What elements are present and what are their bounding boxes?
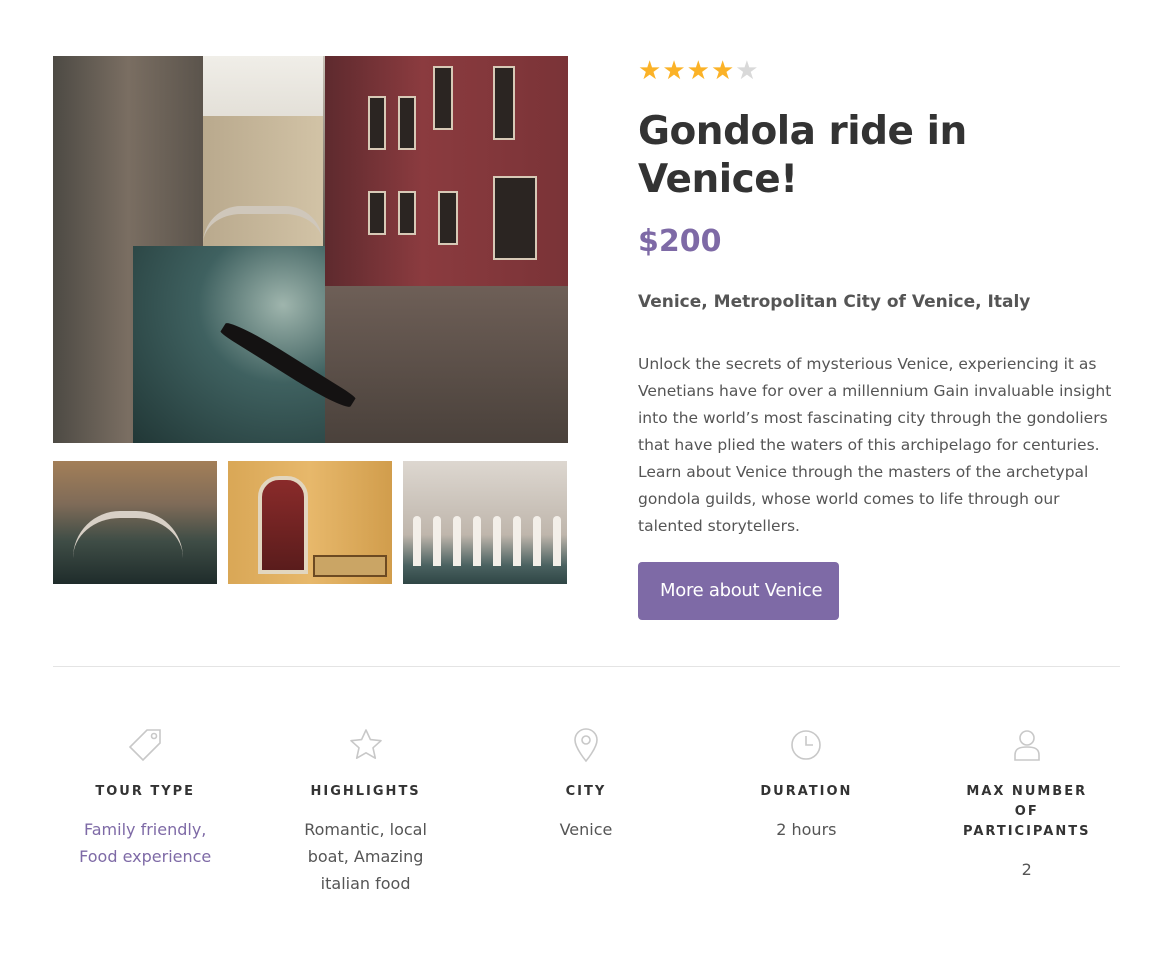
feature-label: Tour type: [95, 784, 196, 799]
star-icon: [255, 726, 475, 764]
star-empty-icon: ★: [735, 56, 759, 86]
photo-gallery: [53, 56, 568, 584]
map-pin-icon: [476, 726, 696, 764]
tour-details: ★ ★ ★ ★ ★ Gondola ride in Venice! $200 Venic…: [638, 58, 1118, 620]
tour-features: Tour type Family friendly, Food experien…: [35, 726, 1137, 897]
feature-tour-type: Tour type Family friendly, Food experien…: [35, 726, 255, 897]
feature-label: Duration: [760, 784, 853, 799]
tour-description: Unlock the secrets of mysterious Venice,…: [638, 355, 1112, 535]
thumbnail-bridge[interactable]: [53, 461, 217, 584]
main-photo[interactable]: [53, 56, 568, 443]
thumbnail-row: [53, 461, 568, 584]
feature-value: 2 hours: [776, 820, 837, 839]
thumbnail-palazzo[interactable]: [403, 461, 567, 584]
feature-label: Highlights: [310, 784, 421, 799]
section-divider: [53, 666, 1120, 667]
feature-label: City: [565, 784, 607, 799]
user-icon: [917, 726, 1137, 764]
star-filled-icon: ★: [686, 56, 710, 86]
star-filled-icon: ★: [662, 56, 686, 86]
star-filled-icon: ★: [710, 56, 735, 86]
feature-city: City Venice: [476, 726, 696, 897]
feature-label: Max number of participants: [963, 784, 1091, 839]
thumbnail-window[interactable]: [228, 461, 392, 584]
clock-icon: [696, 726, 916, 764]
feature-max-participants: Max number of participants 2: [917, 726, 1137, 897]
feature-value[interactable]: Family friendly, Food experience: [35, 816, 255, 870]
tag-icon: [35, 726, 255, 764]
feature-highlights: Highlights Romantic, local boat, Amazing…: [255, 726, 475, 897]
tour-title: Gondola ride in Venice!: [638, 109, 967, 202]
tour-location: Venice, Metropolitan City of Venice, Ita…: [638, 292, 1031, 312]
feature-value: Venice: [559, 820, 613, 839]
feature-value: 2: [1021, 860, 1032, 879]
rating-stars: ★ ★ ★ ★ ★: [638, 58, 1118, 84]
feature-duration: Duration 2 hours: [696, 726, 916, 897]
feature-value: Romantic, local boat, Amazing italian fo…: [304, 820, 427, 893]
more-about-button[interactable]: More about Venice: [638, 562, 840, 620]
star-filled-icon: ★: [638, 56, 662, 86]
tour-price: $200: [638, 224, 722, 259]
